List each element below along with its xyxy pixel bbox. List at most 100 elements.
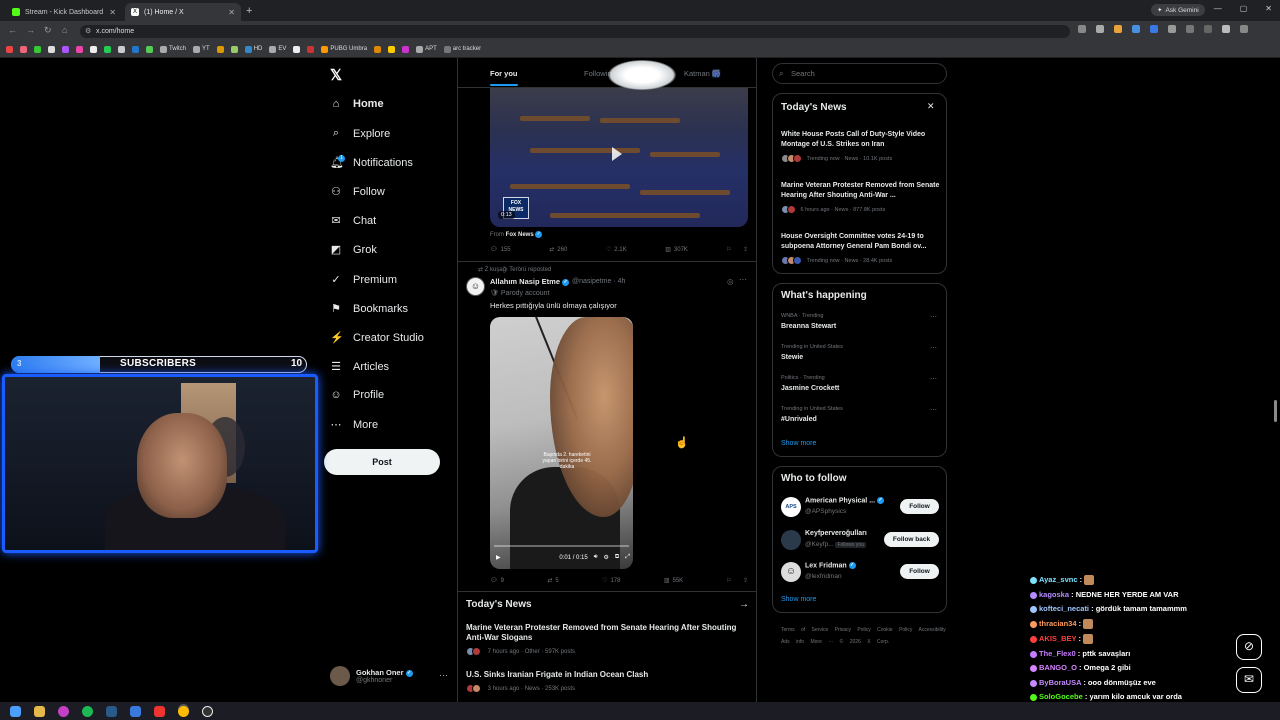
- follow-suggestion-name[interactable]: Keyfperveroğulları: [805, 530, 867, 537]
- bookmark-icon[interactable]: [76, 45, 83, 53]
- nav-item-profile[interactable]: ☺ Profile: [330, 389, 384, 401]
- bookmark-arc-tracker[interactable]: arc tracker: [443, 45, 481, 53]
- trend-more-icon[interactable]: ⋯: [930, 375, 937, 383]
- nav-item-creator-studio[interactable]: ⚡ Creator Studio: [330, 331, 424, 345]
- nav-item-more[interactable]: ⋯ More: [330, 418, 379, 432]
- steam-icon[interactable]: [106, 706, 117, 717]
- trend-topic[interactable]: Stewie: [781, 354, 803, 361]
- spotify-icon[interactable]: [82, 706, 93, 717]
- bookmark-icon[interactable]: ⚐: [727, 246, 732, 253]
- follow-button[interactable]: Follow: [900, 499, 939, 514]
- tweet-more-icon[interactable]: ⋯: [739, 275, 747, 284]
- bookmark-icon[interactable]: [307, 45, 315, 53]
- fullscreen-icon[interactable]: ⤢: [625, 554, 630, 561]
- settings-icon[interactable]: ⚙: [604, 554, 609, 561]
- nav-item-premium[interactable]: ✓ Premium: [330, 273, 397, 287]
- bookmark-icon[interactable]: [62, 45, 69, 53]
- pip-icon[interactable]: ⧉: [615, 554, 619, 561]
- like-button[interactable]: ♡ 178: [602, 577, 620, 585]
- play-icon[interactable]: [612, 147, 622, 161]
- tab-kick-dashboard[interactable]: Stream - Kick Dashboard ✕: [6, 3, 122, 21]
- app-icon[interactable]: [130, 706, 141, 717]
- sidebar-icon[interactable]: [1186, 25, 1194, 33]
- bookmark-icon[interactable]: [146, 45, 153, 53]
- tab-x-home[interactable]: X (1) Home / X ✕: [125, 3, 241, 21]
- bookmark-icon[interactable]: [34, 45, 41, 53]
- close-tab-icon[interactable]: ✕: [228, 8, 235, 17]
- views-button[interactable]: ▥ 55K: [664, 577, 683, 585]
- bookmark-icon[interactable]: [48, 45, 55, 53]
- arrow-right-icon[interactable]: →: [739, 599, 749, 610]
- bookmark-icon[interactable]: [388, 45, 396, 53]
- play-icon[interactable]: ▶: [496, 554, 501, 561]
- bookmark-icon[interactable]: [293, 45, 301, 53]
- avatar[interactable]: ☺: [466, 277, 485, 296]
- source-name[interactable]: Fox News: [506, 232, 534, 238]
- bookmark-icon[interactable]: [90, 45, 97, 53]
- close-window-icon[interactable]: ✕: [1265, 4, 1272, 13]
- repost-button[interactable]: ⇄ 5: [547, 577, 558, 585]
- tab-for-you[interactable]: For you: [490, 69, 518, 78]
- news-headline[interactable]: White House Posts Call of Duty-Style Vid…: [781, 130, 941, 149]
- account-switcher[interactable]: Gokhan Oner ✓ @gkhnoner: [330, 666, 413, 686]
- news-headline[interactable]: Marine Veteran Protester Removed from Se…: [466, 623, 738, 643]
- bookmark-icon[interactable]: [6, 45, 13, 53]
- nav-item-bookmarks[interactable]: ⚑ Bookmarks: [330, 302, 408, 316]
- share-icon[interactable]: ⇪: [743, 577, 748, 584]
- trend-more-icon[interactable]: ⋯: [930, 313, 937, 321]
- app-icon[interactable]: [154, 706, 165, 717]
- trend-topic[interactable]: Jasmine Crockett: [781, 385, 839, 392]
- star-icon[interactable]: [1096, 25, 1104, 33]
- follow-suggestion-name[interactable]: Lex Fridman ✓: [805, 562, 856, 569]
- avatar[interactable]: ☺: [781, 562, 801, 582]
- obs-icon[interactable]: [202, 706, 213, 717]
- bookmark-icon[interactable]: [20, 45, 27, 53]
- avatar[interactable]: APS: [781, 497, 801, 517]
- nav-item-explore[interactable]: ⌕ Explore: [330, 127, 390, 140]
- site-info-icon[interactable]: ⚙: [85, 25, 91, 38]
- bookmark-icon[interactable]: [216, 45, 224, 53]
- bookmark-icon[interactable]: [374, 45, 382, 53]
- close-tab-icon[interactable]: ✕: [109, 8, 116, 17]
- scrollbar-thumb[interactable]: [1274, 400, 1277, 422]
- extension-icon[interactable]: [1150, 25, 1158, 33]
- profile-avatar-icon[interactable]: [1222, 25, 1230, 33]
- bookmark-icon[interactable]: [230, 45, 238, 53]
- chat-username[interactable]: BANGO_O: [1039, 663, 1077, 672]
- new-tab-button[interactable]: +: [246, 5, 252, 17]
- bookmark-folder-twitch[interactable]: Twitch: [160, 45, 186, 53]
- bookmark-pubg-umbra[interactable]: PUBG Umbra: [321, 45, 367, 53]
- maximize-icon[interactable]: ▢: [1240, 4, 1248, 13]
- search-input[interactable]: ⌕ Search: [772, 63, 947, 84]
- footer-links[interactable]: Terms of Service Privacy Policy Cookie P…: [781, 624, 946, 648]
- messages-icon[interactable]: ✉: [1236, 667, 1262, 693]
- windows-start-icon[interactable]: [10, 706, 21, 717]
- close-icon[interactable]: ✕: [927, 101, 935, 112]
- chat-username[interactable]: Ayaz_svnc: [1039, 575, 1078, 584]
- compass-icon[interactable]: ⊘: [1236, 634, 1262, 660]
- tweet-handle-time[interactable]: @nasipetme · 4h: [572, 278, 625, 285]
- follow-suggestion-name[interactable]: American Physical ... ✓: [805, 497, 884, 504]
- show-more-trends-link[interactable]: Show more: [781, 440, 816, 447]
- views-button[interactable]: ▥ 307K: [665, 246, 688, 254]
- nav-item-chat[interactable]: ✉ Chat: [330, 214, 376, 228]
- chat-username[interactable]: SoloGocebe: [1039, 692, 1083, 701]
- extension-icon[interactable]: [1132, 25, 1140, 33]
- like-button[interactable]: ♡ 2.1K: [606, 246, 627, 254]
- bookmark-folder-ev[interactable]: EV: [269, 45, 286, 53]
- bookmark-icon[interactable]: [402, 45, 410, 53]
- share-icon[interactable]: ⇪: [743, 246, 748, 253]
- follow-button[interactable]: Follow: [900, 564, 939, 579]
- repost-context[interactable]: ⇄ Z kuşağı Terörü reposted: [478, 266, 551, 273]
- news-headline[interactable]: U.S. Sinks Iranian Frigate in Indian Oce…: [466, 670, 738, 680]
- volume-icon[interactable]: 🔊︎: [594, 554, 598, 561]
- avatar[interactable]: [781, 530, 801, 550]
- chat-username[interactable]: ByBoraUSA: [1039, 678, 1081, 687]
- account-more-icon[interactable]: ⋯: [439, 670, 448, 681]
- grok-icon[interactable]: ◎: [727, 277, 734, 286]
- trend-topic[interactable]: #Unrivaled: [781, 416, 817, 423]
- chat-username[interactable]: AKIS_BEY: [1039, 634, 1076, 643]
- bookmark-folder-apt[interactable]: APT: [416, 45, 437, 53]
- bookmark-icon[interactable]: [104, 45, 111, 53]
- video-progress-bar[interactable]: [494, 545, 629, 547]
